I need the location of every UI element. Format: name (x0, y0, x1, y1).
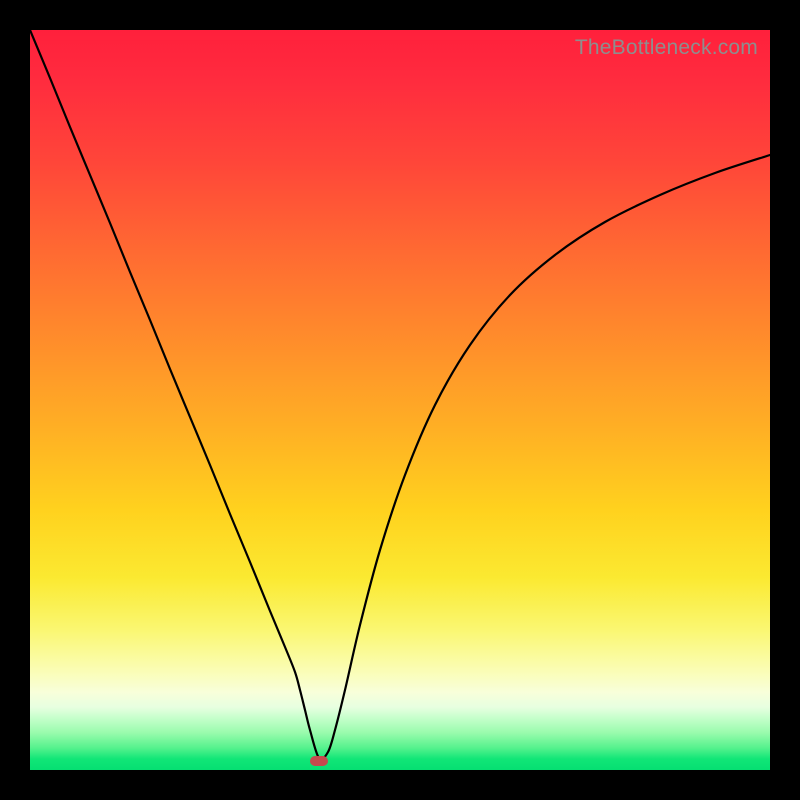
chart-frame: TheBottleneck.com (0, 0, 800, 800)
watermark-text: TheBottleneck.com (575, 36, 758, 60)
bottleneck-curve (30, 30, 770, 759)
curve-svg (30, 30, 770, 770)
minimum-marker (310, 756, 328, 766)
chart-plot-area: TheBottleneck.com (30, 30, 770, 770)
